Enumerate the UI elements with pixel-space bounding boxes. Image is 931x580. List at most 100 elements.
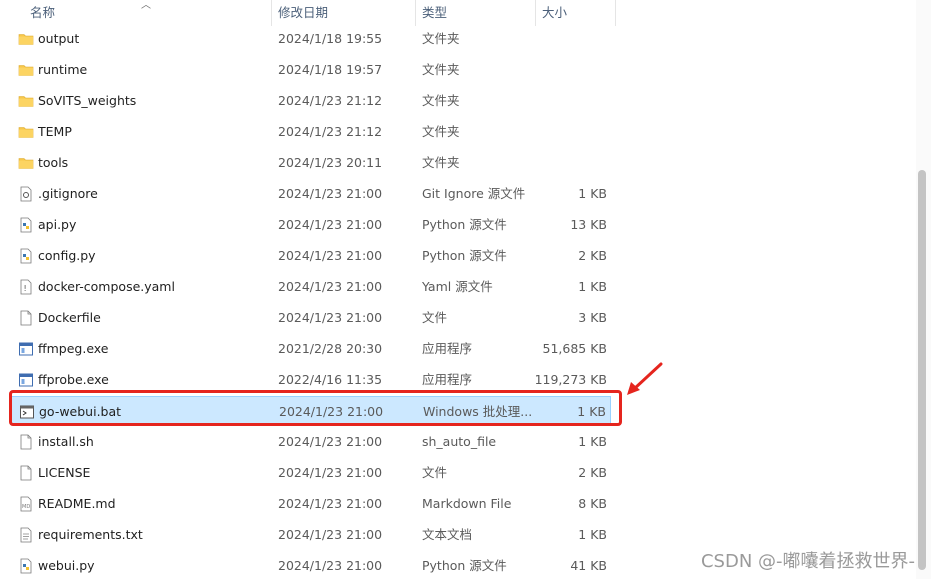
file-type: 文件夹 xyxy=(422,31,460,46)
folder-icon xyxy=(18,62,34,78)
file-name: webui.py xyxy=(38,558,95,573)
column-divider[interactable] xyxy=(615,0,616,26)
file-type: Python 源文件 xyxy=(422,217,507,232)
file-type: Python 源文件 xyxy=(422,558,507,573)
file-row[interactable]: webui.py 2024/1/23 21:00 Python 源文件 41 KB xyxy=(10,551,611,580)
file-name: .gitignore xyxy=(38,186,98,201)
red-arrow-annotation xyxy=(627,362,663,395)
file-name: LICENSE xyxy=(38,465,91,480)
python-file-icon xyxy=(18,248,34,264)
file-row[interactable]: TEMP 2024/1/23 21:12 文件夹 xyxy=(10,117,611,146)
file-type: 文件夹 xyxy=(422,124,460,139)
sort-ascending-icon: ︿ xyxy=(141,0,151,11)
file-row[interactable]: requirements.txt 2024/1/23 21:00 文本文档 1 KB xyxy=(10,520,611,549)
column-divider[interactable] xyxy=(415,0,416,26)
file-modified-date: 2024/1/23 21:00 xyxy=(278,465,383,480)
file-type: 文件 xyxy=(422,310,448,325)
file-size: 1 KB xyxy=(578,279,607,294)
exe-file-icon xyxy=(18,341,34,357)
file-modified-date: 2024/1/23 21:00 xyxy=(278,310,383,325)
file-name: output xyxy=(38,31,80,46)
blank-file-icon xyxy=(18,310,34,326)
file-size: 1 KB xyxy=(578,434,607,449)
file-modified-date: 2024/1/23 21:00 xyxy=(278,527,383,542)
blank-file-icon xyxy=(18,434,34,450)
file-name: install.sh xyxy=(38,434,94,449)
file-modified-date: 2024/1/18 19:55 xyxy=(278,31,383,46)
text-file-icon xyxy=(18,527,34,543)
file-modified-date: 2024/1/23 21:00 xyxy=(278,496,383,511)
python-file-icon xyxy=(18,558,34,574)
scrollbar-thumb[interactable] xyxy=(918,170,926,570)
column-header-size[interactable]: 大小 xyxy=(542,0,567,26)
file-size: 2 KB xyxy=(578,465,607,480)
file-type: sh_auto_file xyxy=(422,434,497,449)
exe-file-icon xyxy=(18,372,34,388)
highlight-box xyxy=(9,390,622,426)
file-name: runtime xyxy=(38,62,88,77)
file-modified-date: 2024/1/23 21:00 xyxy=(278,186,383,201)
gitignore-file-icon xyxy=(18,186,34,202)
file-name: config.py xyxy=(38,248,96,263)
folder-icon xyxy=(18,124,34,140)
file-size: 1 KB xyxy=(578,186,607,201)
file-name: Dockerfile xyxy=(38,310,101,325)
file-modified-date: 2024/1/23 21:00 xyxy=(278,434,383,449)
file-name: requirements.txt xyxy=(38,527,143,542)
file-size: 3 KB xyxy=(578,310,607,325)
file-modified-date: 2024/1/23 21:00 xyxy=(278,279,383,294)
svg-text:!: ! xyxy=(24,284,27,293)
column-header-date[interactable]: 修改日期 xyxy=(278,0,328,26)
file-name: docker-compose.yaml xyxy=(38,279,175,294)
file-modified-date: 2024/1/18 19:57 xyxy=(278,62,383,77)
file-row[interactable]: api.py 2024/1/23 21:00 Python 源文件 13 KB xyxy=(10,210,611,239)
file-modified-date: 2024/1/23 20:11 xyxy=(278,155,383,170)
file-type: 文本文档 xyxy=(422,527,473,542)
file-row[interactable]: Dockerfile 2024/1/23 21:00 文件 3 KB xyxy=(10,303,611,332)
column-divider[interactable] xyxy=(271,0,272,26)
file-type: 文件 xyxy=(422,465,448,480)
blank-file-icon xyxy=(18,465,34,481)
file-row[interactable]: ! docker-compose.yaml 2024/1/23 21:00 Yaml … xyxy=(10,272,611,301)
file-name: README.md xyxy=(38,496,116,511)
file-size: 51,685 KB xyxy=(542,341,607,356)
file-row[interactable]: tools 2024/1/23 20:11 文件夹 xyxy=(10,148,611,177)
file-modified-date: 2024/1/23 21:00 xyxy=(278,248,383,263)
column-header-bar: ︿ 名称 修改日期 类型 大小 xyxy=(0,0,616,26)
svg-text:MD: MD xyxy=(22,504,30,510)
file-name: TEMP xyxy=(38,124,72,139)
file-row[interactable]: .gitignore 2024/1/23 21:00 Git Ignore 源文件 1… xyxy=(10,179,611,208)
folder-icon xyxy=(18,93,34,109)
file-size: 1 KB xyxy=(578,527,607,542)
file-row[interactable]: output 2024/1/18 19:55 文件夹 xyxy=(10,24,611,53)
folder-icon xyxy=(18,155,34,171)
file-modified-date: 2024/1/23 21:12 xyxy=(278,93,383,108)
yaml-file-icon: ! xyxy=(18,279,34,295)
file-modified-date: 2024/1/23 21:00 xyxy=(278,217,383,232)
file-size: 2 KB xyxy=(578,248,607,263)
file-row[interactable]: MD README.md 2024/1/23 21:00 Markdown File 8… xyxy=(10,489,611,518)
file-modified-date: 2024/1/23 21:00 xyxy=(278,558,383,573)
file-row[interactable]: config.py 2024/1/23 21:00 Python 源文件 2 KB xyxy=(10,241,611,270)
file-type: Markdown File xyxy=(422,496,512,511)
file-name: api.py xyxy=(38,217,77,232)
file-row[interactable]: SoVITS_weights 2024/1/23 21:12 文件夹 xyxy=(10,86,611,115)
file-type: 文件夹 xyxy=(422,93,460,108)
column-header-name[interactable]: 名称 xyxy=(30,0,55,26)
file-name: SoVITS_weights xyxy=(38,93,137,108)
file-modified-date: 2021/2/28 20:30 xyxy=(278,341,383,356)
file-size: 13 KB xyxy=(570,217,607,232)
file-modified-date: 2024/1/23 21:12 xyxy=(278,124,383,139)
column-divider[interactable] xyxy=(535,0,536,26)
file-type: Git Ignore 源文件 xyxy=(422,186,526,201)
file-size: 8 KB xyxy=(578,496,607,511)
file-row[interactable]: install.sh 2024/1/23 21:00 sh_auto_file 1 K… xyxy=(10,427,611,456)
watermark-text: CSDN @-嘟囔着拯救世界- xyxy=(700,551,915,572)
file-row[interactable]: ffmpeg.exe 2021/2/28 20:30 应用程序 51,685 KB xyxy=(10,334,611,363)
file-row[interactable]: LICENSE 2024/1/23 21:00 文件 2 KB xyxy=(10,458,611,487)
file-row[interactable]: runtime 2024/1/18 19:57 文件夹 xyxy=(10,55,611,84)
file-size: 41 KB xyxy=(570,558,607,573)
column-header-type[interactable]: 类型 xyxy=(422,0,447,26)
file-type: Python 源文件 xyxy=(422,248,507,263)
markdown-file-icon: MD xyxy=(18,496,34,512)
